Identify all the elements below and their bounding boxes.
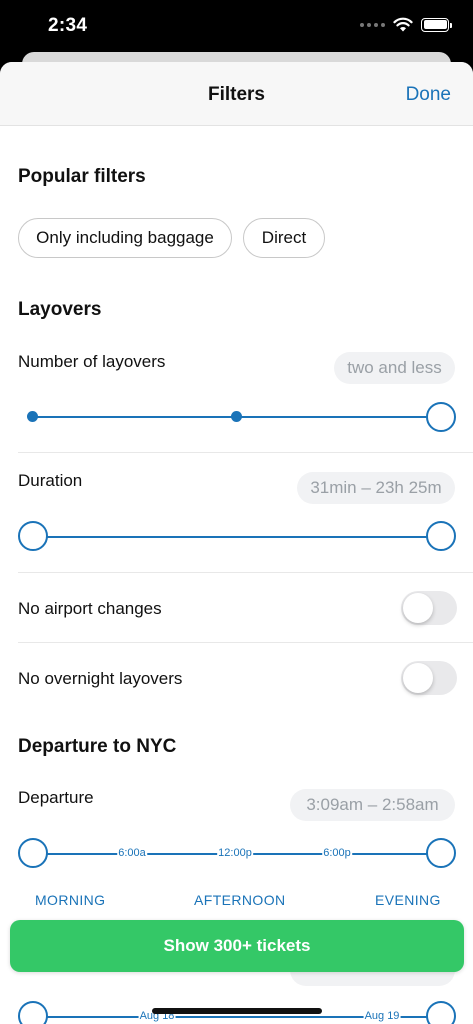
duration-label: Duration	[18, 471, 83, 490]
popular-filters-title: Popular filters	[18, 166, 146, 187]
departure-slider-max-handle[interactable]	[426, 838, 456, 868]
no-overnight-layovers-toggle[interactable]	[401, 661, 457, 695]
divider	[18, 642, 473, 643]
duration-slider-track	[32, 536, 440, 538]
duration-value: 31min – 23h 25m	[297, 472, 455, 504]
tick-label-aug19: Aug 19	[363, 1010, 401, 1022]
layovers-slider-handle[interactable]	[426, 402, 456, 432]
layovers-step-0[interactable]	[27, 411, 38, 422]
date-slider-min-handle[interactable]	[18, 1001, 48, 1024]
departure-slider-min-handle[interactable]	[18, 838, 48, 868]
status-icons	[360, 17, 452, 32]
date-slider-max-handle[interactable]	[426, 1001, 456, 1024]
duration-slider-min-handle[interactable]	[18, 521, 48, 551]
layovers-step-1[interactable]	[231, 411, 242, 422]
home-indicator	[152, 1008, 322, 1014]
number-of-layovers-label: Number of layovers	[18, 352, 166, 371]
tick-label-12pm: 12:00p	[217, 847, 253, 859]
daypart-morning: MORNING	[35, 892, 106, 908]
no-overnight-layovers-label: No overnight layovers	[18, 669, 183, 688]
chip-direct[interactable]: Direct	[243, 218, 325, 258]
page-title: Filters	[207, 84, 266, 105]
status-time: 2:34	[48, 15, 88, 36]
departure-section-title: Departure to NYC	[18, 736, 177, 757]
toggle-knob	[403, 593, 433, 623]
daypart-evening: EVENING	[375, 892, 441, 908]
departure-time-value: 3:09am – 2:58am	[290, 789, 455, 821]
done-button[interactable]: Done	[406, 84, 451, 106]
show-tickets-button[interactable]: Show 300+ tickets	[10, 920, 464, 972]
status-bar: 2:34	[0, 0, 473, 52]
daypart-afternoon: AFTERNOON	[194, 892, 286, 908]
wifi-icon	[393, 17, 413, 32]
no-airport-changes-toggle[interactable]	[401, 591, 457, 625]
departure-label: Departure	[18, 788, 94, 807]
layovers-title: Layovers	[18, 299, 102, 320]
nav-bar: Filters Done	[0, 62, 473, 126]
filters-sheet: Filters Done Popular filters Only includ…	[0, 62, 473, 1024]
tick-label-6pm: 6:00p	[322, 847, 352, 859]
tick-label-6am: 6:00a	[117, 847, 147, 859]
divider	[18, 452, 473, 453]
chip-only-including-baggage[interactable]: Only including baggage	[18, 218, 232, 258]
number-of-layovers-value: two and less	[334, 352, 455, 384]
divider	[18, 572, 473, 573]
duration-slider-max-handle[interactable]	[426, 521, 456, 551]
signal-icon	[360, 22, 385, 27]
toggle-knob	[403, 663, 433, 693]
no-airport-changes-label: No airport changes	[18, 599, 162, 618]
battery-icon	[421, 17, 452, 32]
